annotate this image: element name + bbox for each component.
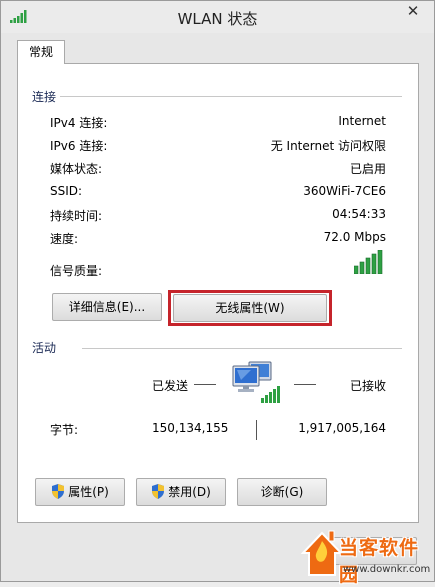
properties-button[interactable]: 属性(P)	[35, 478, 125, 506]
bytes-sent-value: 150,134,155	[152, 421, 229, 435]
diagnose-button[interactable]: 诊断(G)	[237, 478, 327, 506]
speed-value: 72.0 Mbps	[323, 230, 386, 244]
watermark: 当客软件园 www.downkr.com	[299, 527, 435, 586]
connection-divider	[60, 96, 402, 97]
uac-shield-icon	[52, 484, 65, 499]
close-icon: ✕	[406, 2, 420, 20]
media-state-label: 媒体状态:	[50, 162, 103, 176]
bytes-received-value: 1,917,005,164	[298, 421, 386, 435]
network-computers-icon	[232, 361, 280, 403]
ipv4-value: Internet	[338, 114, 386, 128]
signal-quality-label: 信号质量:	[50, 264, 103, 278]
bytes-divider	[256, 420, 257, 440]
title-bar: WLAN 状态 ✕	[1, 1, 434, 33]
duration-value: 04:54:33	[332, 207, 386, 221]
connection-heading: 连接	[32, 90, 57, 104]
close-button[interactable]: ✕	[398, 1, 428, 23]
tab-general[interactable]: 常规	[17, 40, 65, 64]
ssid-value: 360WiFi-7CE6	[303, 184, 386, 198]
properties-label: 属性(P)	[68, 485, 109, 499]
window-title: WLAN 状态	[177, 10, 258, 28]
ssid-label: SSID:	[50, 184, 83, 198]
ipv6-label: IPv6 连接:	[50, 139, 108, 153]
ipv4-label: IPv4 连接:	[50, 116, 108, 130]
received-dash	[294, 384, 316, 385]
ipv6-value: 无 Internet 访问权限	[270, 139, 386, 153]
sent-dash	[194, 384, 216, 385]
details-button[interactable]: 详细信息(E)...	[52, 293, 162, 321]
duration-label: 持续时间:	[50, 209, 103, 223]
signal-quality-icon	[354, 250, 383, 274]
watermark-url: www.downkr.com	[343, 564, 431, 575]
wireless-properties-button[interactable]: 无线属性(W)	[173, 294, 327, 322]
disable-label: 禁用(D)	[168, 485, 211, 499]
activity-heading: 活动	[32, 341, 57, 355]
general-panel: 连接 IPv4 连接: Internet IPv6 连接: 无 Internet…	[17, 63, 419, 523]
bytes-label: 字节:	[50, 423, 79, 437]
disable-button[interactable]: 禁用(D)	[136, 478, 226, 506]
received-label: 已接收	[350, 379, 387, 393]
activity-divider	[82, 348, 402, 349]
wlan-status-window: WLAN 状态 ✕ 常规 连接 IPv4 连接: Internet IPv6 连…	[0, 0, 435, 586]
watermark-brand: 当客软件园	[339, 537, 420, 586]
uac-shield-icon	[152, 484, 165, 499]
speed-label: 速度:	[50, 232, 79, 246]
media-state-value: 已启用	[349, 162, 386, 176]
sent-label: 已发送	[152, 379, 189, 393]
